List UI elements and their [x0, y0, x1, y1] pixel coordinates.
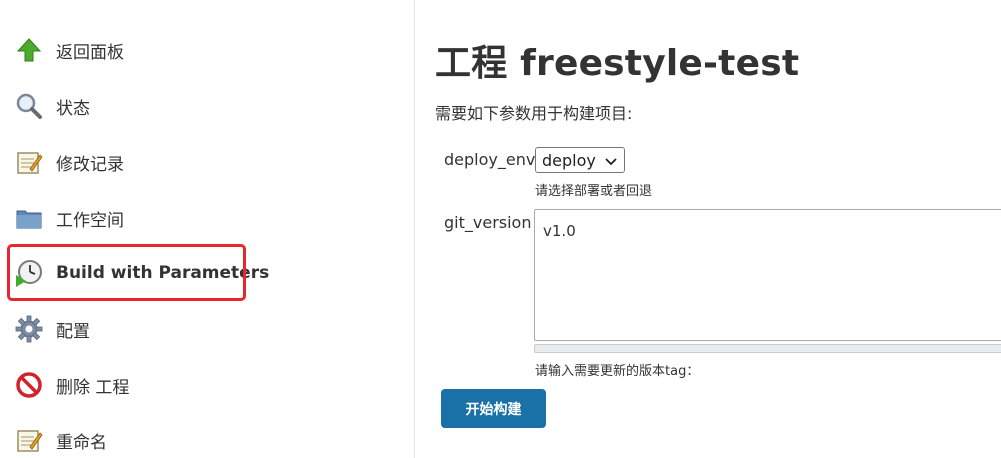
- sidebar: 返回面板 状态 修改记录 工作空间 Build with Parameters …: [0, 0, 415, 458]
- sidebar-item-configure[interactable]: 配置: [14, 309, 90, 349]
- gear-icon: [14, 314, 44, 344]
- folder-icon: [14, 203, 44, 233]
- up-arrow-icon: [14, 35, 44, 65]
- page-title: 工程 freestyle-test: [435, 43, 800, 84]
- param-name-deploy-env: deploy_env: [444, 150, 536, 169]
- sidebar-item-label: 返回面板: [56, 42, 124, 63]
- notepad-icon: [14, 425, 44, 455]
- sidebar-item-label: 重命名: [56, 432, 107, 453]
- notepad-icon: [14, 147, 44, 177]
- chevron-down-icon: [604, 153, 618, 167]
- git-version-hint: 请输入需要更新的版本tag：: [535, 364, 700, 379]
- sidebar-item-status[interactable]: 状态: [14, 86, 90, 126]
- sidebar-item-label: 工作空间: [56, 210, 124, 231]
- sidebar-item-build-with-parameters[interactable]: Build with Parameters: [14, 253, 269, 293]
- sidebar-item-workspace[interactable]: 工作空间: [14, 198, 124, 238]
- sidebar-item-label: 删除 工程: [56, 377, 130, 398]
- sidebar-item-label: Build with Parameters: [56, 263, 270, 283]
- param-name-git-version: git_version: [444, 213, 532, 232]
- main-content: 工程 freestyle-test 需要如下参数用于构建项目: deploy_e…: [435, 0, 1001, 458]
- sidebar-item-back-to-dashboard[interactable]: 返回面板: [14, 30, 124, 70]
- textarea-resize-handle[interactable]: [534, 344, 1001, 353]
- parameters-description: 需要如下参数用于构建项目:: [435, 104, 633, 123]
- git-version-value: v1.0: [543, 222, 576, 240]
- sidebar-item-changes[interactable]: 修改记录: [14, 142, 124, 182]
- deploy-env-select[interactable]: deploy: [535, 147, 625, 173]
- sidebar-item-label: 修改记录: [56, 154, 124, 175]
- sidebar-item-rename[interactable]: 重命名: [14, 420, 107, 458]
- page: 返回面板 状态 修改记录 工作空间 Build with Parameters …: [0, 0, 1001, 458]
- no-entry-icon: [14, 370, 44, 400]
- git-version-textarea[interactable]: v1.0: [534, 209, 1001, 341]
- magnifier-icon: [14, 91, 44, 121]
- clock-play-icon: [14, 258, 44, 288]
- deploy-env-selected-value: deploy: [542, 150, 596, 170]
- sidebar-item-label: 状态: [56, 98, 90, 119]
- sidebar-item-label: 配置: [56, 321, 90, 342]
- deploy-env-hint: 请选择部署或者回退: [535, 184, 653, 199]
- start-build-button[interactable]: 开始构建: [441, 389, 546, 428]
- sidebar-item-delete-project[interactable]: 删除 工程: [14, 365, 129, 405]
